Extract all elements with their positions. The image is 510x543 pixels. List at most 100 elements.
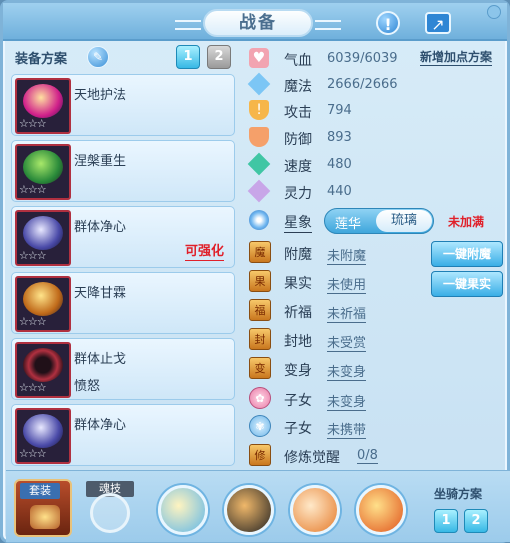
mount-plan-tab-2[interactable]: 2 (464, 509, 488, 533)
equipment-thumbnail: ☆☆☆ (15, 78, 71, 134)
stat-spirit: 灵力 440 (247, 179, 509, 203)
attachment-row: 封 封地 未受赏 (249, 327, 429, 352)
pet-skill-slot-2[interactable] (224, 485, 274, 535)
equipment-thumbnail: ☆☆☆ (15, 144, 71, 200)
equipment-card[interactable]: ☆☆☆ 群体止戈 愤怒 (11, 338, 235, 400)
equipment-plan-header: 装备方案 ✎ 1 2 (13, 45, 235, 71)
attachment-label: 附魔 (284, 247, 312, 263)
equipment-card[interactable]: ☆☆☆ 群体净心 可强化 (11, 206, 235, 268)
one-click-fruit-button[interactable]: 一键果实 (431, 271, 503, 297)
share-icon[interactable]: ↗ (423, 9, 453, 37)
stat-hp: ♥ 气血 6039/6039 (249, 46, 509, 70)
attachment-row: 魔 附魔 未附魔 (249, 240, 429, 265)
equipment-name: 天降甘霖 (74, 286, 127, 301)
attachment-value[interactable]: 未变身 (327, 391, 367, 411)
equipment-card[interactable]: ☆☆☆ 群体净心 (11, 404, 235, 466)
attachment-label: 祈福 (284, 305, 312, 321)
stat-defense: 防御 893 (249, 125, 509, 149)
equipment-name: 天地护法 (74, 88, 127, 103)
stat-label: 灵力 (284, 186, 312, 202)
attachment-row: 变 变身 未变身 (249, 356, 429, 381)
suit-button[interactable]: 套装 (14, 479, 72, 537)
transform-icon: 变 (249, 357, 271, 379)
equipment-card[interactable]: ☆☆☆ 天地护法 (11, 74, 235, 136)
pet-skill-slot-4[interactable] (356, 485, 406, 535)
attachment-value[interactable]: 0/8 (357, 448, 378, 464)
equipment-card[interactable]: ☆☆☆ 涅槃重生 (11, 140, 235, 202)
stat-attack: ! 攻击 794 (249, 98, 509, 122)
attachment-row: 福 祈福 未祈福 (249, 298, 429, 323)
attachment-value[interactable]: 未变身 (327, 361, 367, 381)
attachment-row: 修 修炼觉醒 0/8 (249, 443, 429, 467)
equipment-subtitle: 愤怒 (74, 379, 101, 394)
star-rating: ☆☆☆ (19, 447, 47, 460)
paw-icon: ✾ (249, 415, 271, 437)
attachment-value[interactable]: 未祈福 (327, 303, 367, 323)
stat-value: 6039/6039 (327, 51, 398, 66)
stat-value: 2666/2666 (327, 77, 398, 92)
equipment-name: 群体止戈 (74, 352, 127, 367)
attachment-value[interactable]: 未使用 (327, 274, 367, 294)
one-click-enchant-button[interactable]: 一键附魔 (431, 241, 503, 267)
fief-icon: 封 (249, 328, 271, 350)
alert-icon[interactable]: ! (373, 9, 403, 37)
fruit-icon: 果 (249, 270, 271, 292)
attachment-label: 子女 (284, 421, 312, 437)
treasure-icon (30, 505, 60, 529)
star-rating: ☆☆☆ (19, 117, 47, 130)
equipment-card[interactable]: ☆☆☆ 天降甘霖 (11, 272, 235, 334)
defense-icon (249, 127, 269, 147)
mount-plan-label: 坐骑方案 (434, 487, 483, 501)
xingxiang-row: 星象 莲华 琉璃 未加满 (249, 207, 509, 235)
equipment-plan-tab-2[interactable]: 2 (207, 45, 231, 69)
attachment-value[interactable]: 未受赏 (327, 332, 367, 352)
stat-label: 防御 (284, 132, 312, 148)
suit-tag: 套装 (20, 483, 60, 499)
equipment-thumbnail: ☆☆☆ (15, 408, 71, 464)
star-rating: ☆☆☆ (19, 249, 47, 262)
pet-skill-slot-1[interactable] (158, 485, 208, 535)
pet-skill-slot-3[interactable] (290, 485, 340, 535)
equipment-name: 群体净心 (74, 418, 127, 433)
attachment-value[interactable]: 未携带 (327, 419, 367, 439)
xingxiang-note: 未加满 (448, 215, 485, 229)
stat-label: 速度 (284, 159, 312, 175)
stat-mana: 魔法 2666/2666 (247, 72, 509, 96)
stat-label: 气血 (284, 53, 312, 69)
attachment-label: 果实 (284, 276, 312, 292)
soul-skill-button[interactable]: 魂技 (82, 479, 138, 537)
xingxiang-option-liuli[interactable]: 琉璃 (376, 210, 432, 232)
xingxiang-label[interactable]: 星象 (284, 212, 312, 233)
equipment-name: 群体净心 (74, 220, 127, 235)
stat-label: 攻击 (284, 105, 312, 121)
equipment-thumbnail: ☆☆☆ (15, 342, 71, 398)
equipment-thumbnail: ☆☆☆ (15, 276, 71, 332)
equipment-plan-tab-1[interactable]: 1 (176, 45, 200, 69)
star-rating: ☆☆☆ (19, 183, 47, 196)
edit-plan-icon[interactable]: ✎ (87, 46, 109, 68)
attachment-value[interactable]: 未附魔 (327, 245, 367, 265)
attachment-label: 子女 (284, 393, 312, 409)
xingxiang-option-lianhua[interactable]: 莲华 (335, 213, 361, 232)
upgradable-tag[interactable]: 可强化 (184, 240, 224, 261)
stat-value: 440 (327, 184, 352, 199)
enchant-icon: 魔 (249, 241, 271, 263)
close-icon[interactable] (487, 5, 501, 19)
ring-icon (90, 493, 130, 533)
attachment-row: ✾ 子女 未携带 (249, 414, 429, 439)
battle-prep-window: 战备 ! ↗ 装备方案 ✎ 1 2 ☆☆☆ 天地护法 ☆☆☆ 涅槃重生 ☆☆☆ … (0, 0, 510, 543)
title-bar: 战备 ! ↗ (3, 3, 507, 41)
attack-icon: ! (249, 100, 269, 120)
attachment-row: 果 果实 未使用 (249, 269, 429, 294)
flower-icon: ✿ (249, 387, 271, 409)
equipment-plan-label: 装备方案 (15, 52, 68, 67)
equipment-name: 涅槃重生 (74, 154, 127, 169)
equipment-thumbnail: ☆☆☆ (15, 210, 71, 266)
heart-icon: ♥ (249, 48, 269, 68)
speed-icon (247, 152, 271, 176)
attachment-label: 封地 (284, 334, 312, 350)
xingxiang-toggle[interactable]: 莲华 琉璃 (324, 208, 434, 234)
stat-value: 480 (327, 157, 352, 172)
mount-plan-tab-1[interactable]: 1 (434, 509, 458, 533)
attachment-label: 修炼觉醒 (284, 450, 340, 466)
